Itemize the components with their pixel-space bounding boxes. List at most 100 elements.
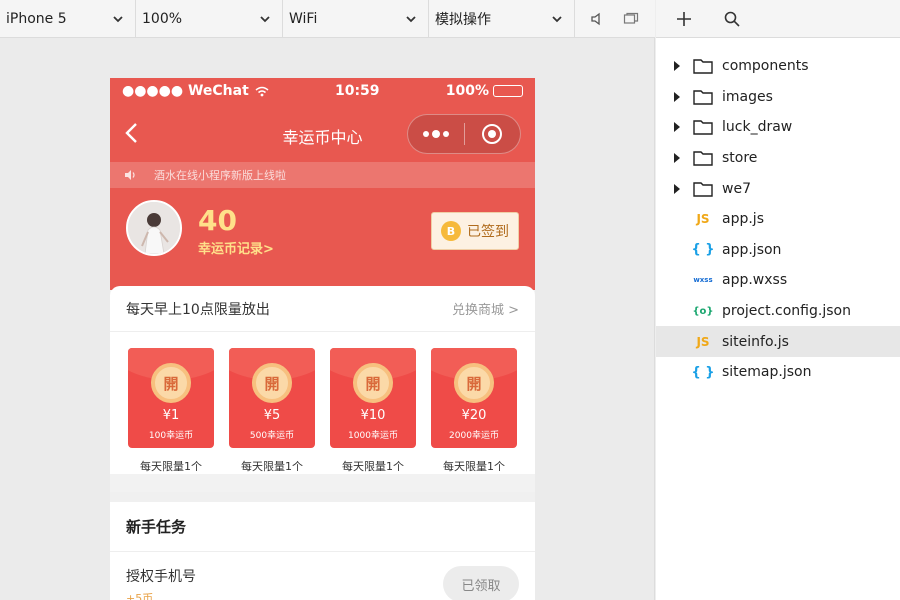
tree-item-label: store — [722, 150, 758, 167]
more-dots-icon — [422, 130, 449, 138]
notice-bar[interactable]: 酒水在线小程序新版上线啦 — [110, 162, 535, 188]
device-select[interactable]: iPhone 5 — [0, 0, 136, 38]
packet-coins: 2000幸运币 — [449, 431, 499, 441]
close-mini-program-button[interactable] — [465, 115, 521, 153]
red-packet-item: 開 ¥10 1000幸运币 每天限量1个 — [330, 348, 416, 474]
config-file-icon: {o} — [692, 305, 714, 317]
toolbar-icon-group — [575, 9, 641, 29]
js-file-icon: JS — [696, 212, 710, 227]
zoom-select-value: 100% — [142, 10, 183, 27]
speaker-icon — [125, 170, 135, 180]
more-button[interactable] — [408, 115, 464, 153]
red-packet[interactable]: 開 ¥10 1000幸运币 — [330, 348, 416, 448]
tree-folder-luck-draw[interactable]: luck_draw — [656, 112, 900, 143]
file-tree: components images luck_draw store we7 JS… — [656, 38, 900, 600]
avatar-image — [128, 202, 180, 254]
add-file-button[interactable] — [674, 9, 694, 29]
js-file-icon: JS — [696, 334, 710, 349]
packet-coins: 100幸运币 — [148, 431, 194, 441]
battery-percent: 100% — [445, 83, 489, 99]
tree-item-label: sitemap.json — [722, 364, 812, 381]
tree-file-siteinfo-js[interactable]: JS siteinfo.js — [656, 326, 900, 357]
tree-item-label: we7 — [722, 180, 751, 197]
coin-record-link[interactable]: 幸运币记录> — [198, 238, 274, 257]
caret-right-icon[interactable] — [672, 153, 682, 164]
operation-select-value: 模拟操作 — [435, 11, 491, 28]
folder-icon — [690, 119, 716, 136]
mini-program-capsule — [407, 114, 521, 154]
tree-item-label: app.wxss — [722, 272, 788, 289]
carrier-label: ●●●●● WeChat — [122, 83, 249, 99]
tree-item-label: components — [722, 58, 809, 75]
red-packet[interactable]: 開 ¥5 500幸运币 — [229, 348, 315, 448]
search-icon — [724, 11, 740, 27]
newbie-task-card: 新手任务 授权手机号 +5币 已领取 — [110, 502, 535, 600]
packet-amount: ¥20 — [461, 408, 487, 423]
operation-select[interactable]: 模拟操作 — [429, 0, 575, 38]
packet-limit: 每天限量1个 — [443, 460, 505, 473]
battery-icon — [493, 85, 523, 97]
open-icon: 開 — [252, 363, 292, 403]
zoom-select[interactable]: 100% — [136, 0, 283, 38]
task-claimed-button[interactable]: 已领取 — [443, 566, 519, 600]
window-icon — [623, 12, 639, 24]
caret-right-icon[interactable] — [672, 122, 682, 133]
network-select[interactable]: WiFi — [283, 0, 429, 38]
tree-file-app-js[interactable]: JS app.js — [656, 204, 900, 235]
tree-folder-images[interactable]: images — [656, 82, 900, 113]
tree-file-sitemap-json[interactable]: { } sitemap.json — [656, 357, 900, 388]
tree-item-label: images — [722, 88, 773, 105]
folder-icon — [690, 58, 716, 74]
packet-coins: 1000幸运币 — [348, 431, 398, 441]
caret-right-icon[interactable] — [672, 91, 682, 102]
tree-file-project-config[interactable]: {o} project.config.json — [656, 296, 900, 327]
packet-limit: 每天限量1个 — [342, 460, 404, 473]
packet-coins: 500幸运币 — [249, 431, 295, 441]
plus-icon — [677, 11, 691, 26]
profile-section: 40 幸运币记录> B 已签到 — [110, 188, 535, 264]
red-packet-item: 開 ¥5 500幸运币 每天限量1个 — [229, 348, 315, 474]
caret-right-icon[interactable] — [672, 183, 682, 194]
red-packet[interactable]: 開 ¥20 2000幸运币 — [431, 348, 517, 448]
tree-folder-store[interactable]: store — [656, 143, 900, 174]
speaker-icon — [591, 12, 600, 25]
chevron-down-icon — [552, 15, 562, 22]
open-icon: 開 — [454, 363, 494, 403]
caret-right-icon[interactable] — [672, 61, 682, 72]
network-select-value: WiFi — [289, 10, 318, 27]
packet-amount: ¥1 — [162, 408, 180, 423]
red-packet[interactable]: 開 ¥1 100幸运币 — [128, 348, 214, 448]
task-row: 授权手机号 +5币 已领取 — [110, 552, 535, 600]
tree-folder-we7[interactable]: we7 — [656, 173, 900, 204]
open-icon: 開 — [151, 363, 191, 403]
device-select-value: iPhone 5 — [6, 10, 67, 27]
json-file-icon: { } — [691, 242, 715, 258]
detach-window-button[interactable] — [621, 9, 641, 29]
chevron-down-icon — [260, 15, 270, 22]
section-divider — [110, 492, 535, 502]
packet-limit: 每天限量1个 — [241, 460, 303, 473]
avatar[interactable] — [126, 200, 182, 256]
json-file-icon: { } — [691, 364, 715, 380]
tree-file-app-json[interactable]: { } app.json — [656, 235, 900, 266]
file-tree-toolbar — [656, 0, 900, 38]
status-time: 10:59 — [334, 83, 380, 99]
tree-item-label: luck_draw — [722, 119, 793, 136]
notice-text: 酒水在线小程序新版上线啦 — [154, 169, 286, 182]
carrier: ●●●●● WeChat — [122, 83, 269, 99]
red-packet-list: 開 ¥1 100幸运币 每天限量1个 開 ¥5 500幸运币 每天限量1个 開 … — [110, 332, 535, 474]
tree-item-label: siteinfo.js — [722, 333, 789, 350]
simulator-toolbar: iPhone 5 100% WiFi 模拟操作 — [0, 0, 655, 38]
tree-folder-components[interactable]: components — [656, 51, 900, 82]
red-packet-item: 開 ¥20 2000幸运币 每天限量1个 — [431, 348, 517, 474]
header-section: ●●●●● WeChat 10:59 100% 幸运币中心 酒水在线小程序新版上… — [110, 78, 535, 290]
wxss-file-icon: wxss — [693, 276, 713, 285]
tree-file-app-wxss[interactable]: wxss app.wxss — [656, 265, 900, 296]
mute-toggle-button[interactable] — [587, 9, 607, 29]
search-files-button[interactable] — [722, 9, 742, 29]
exchange-mall-link[interactable]: 兑换商城 > — [452, 299, 519, 318]
signin-button[interactable]: B 已签到 — [431, 212, 519, 250]
coin-balance: 40 — [198, 204, 237, 237]
coin-icon: B — [441, 221, 461, 241]
target-icon — [482, 124, 503, 144]
